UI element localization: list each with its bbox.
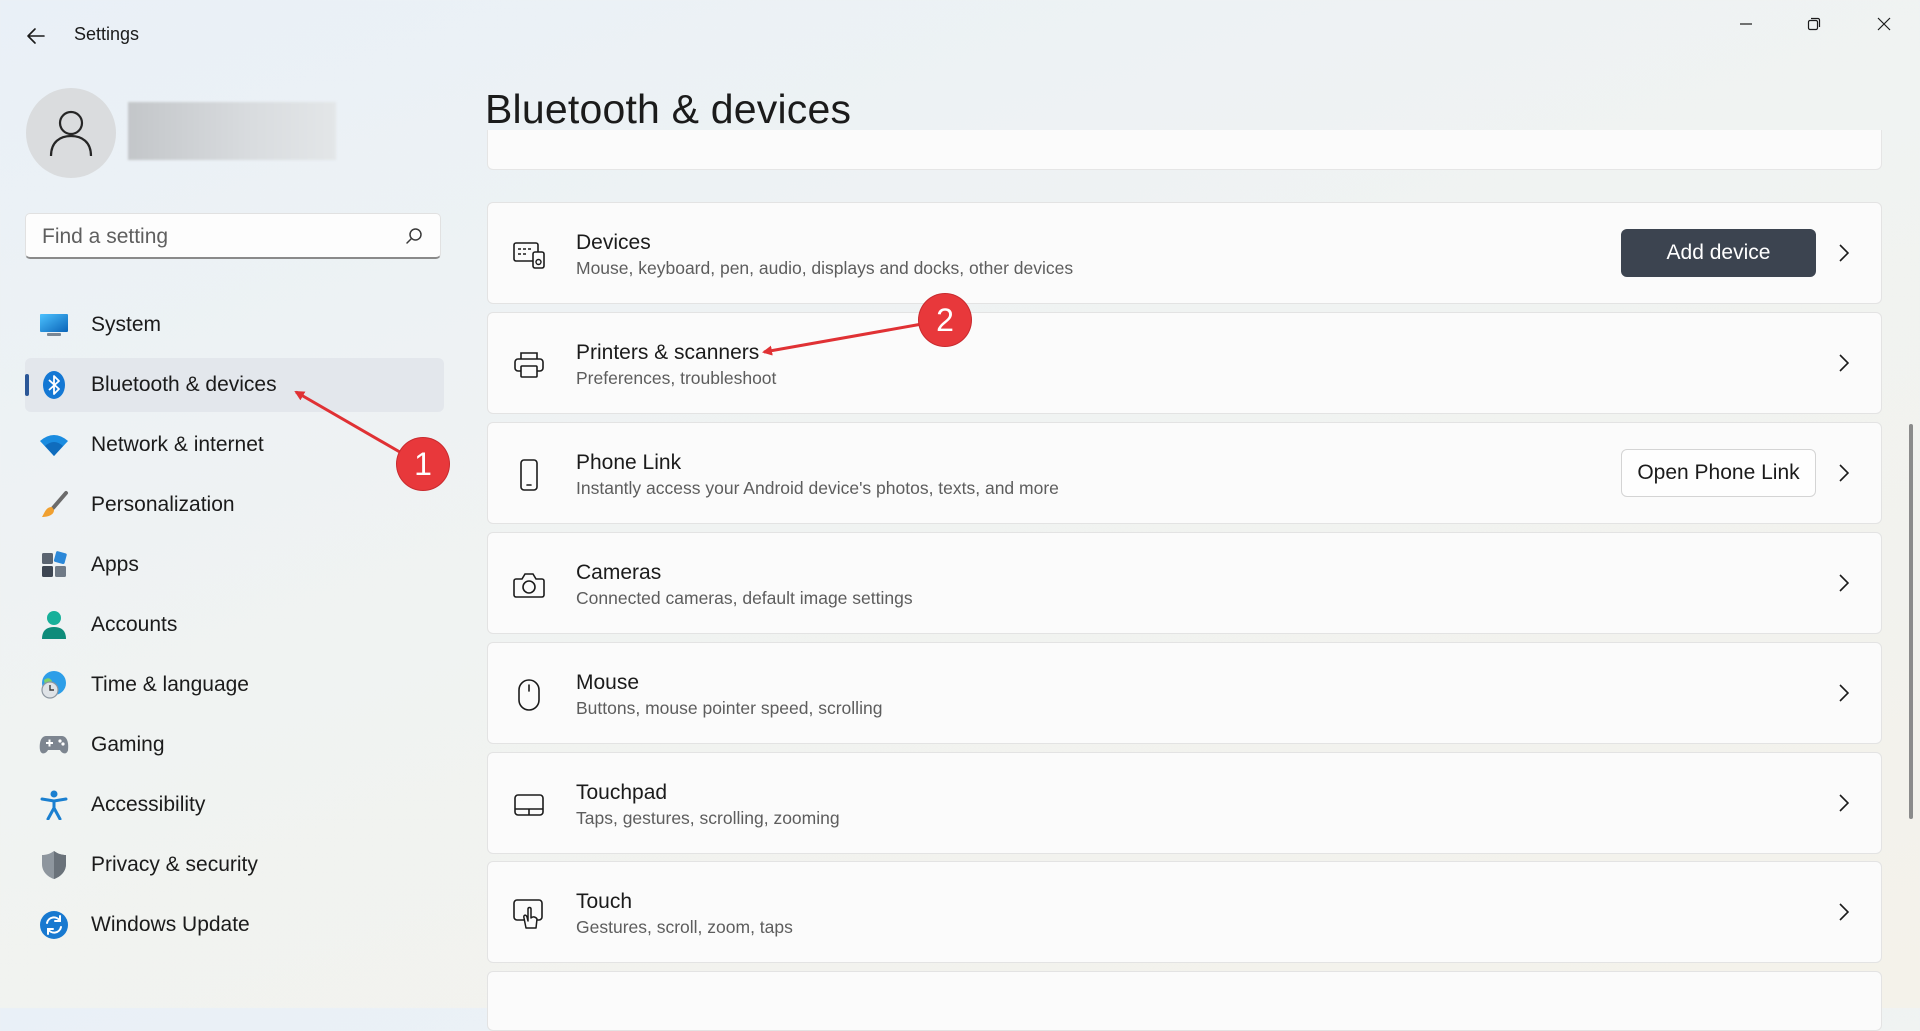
sidebar-item-system[interactable]: System	[25, 298, 444, 352]
card-title: Mouse	[576, 671, 640, 694]
sidebar-item-privacy-security[interactable]: Privacy & security	[25, 838, 444, 892]
card-partial-next[interactable]	[487, 971, 1882, 1031]
accounts-icon	[39, 610, 69, 640]
card-printers-scanners[interactable]: Printers & scanners Preferences, trouble…	[487, 312, 1882, 414]
card-touch[interactable]: Touch Gestures, scroll, zoom, taps	[487, 861, 1882, 963]
chevron-right-icon	[1833, 460, 1855, 486]
card-description: Buttons, mouse pointer speed, scrolling	[576, 698, 883, 718]
sidebar-item-apps[interactable]: Apps	[25, 538, 444, 592]
sidebar-item-label: Privacy & security	[91, 853, 258, 876]
card-mouse[interactable]: Mouse Buttons, mouse pointer speed, scro…	[487, 642, 1882, 744]
maximize-button[interactable]	[1780, 0, 1848, 48]
sidebar-item-time-language[interactable]: Time & language	[25, 658, 444, 712]
sidebar-item-label: Network & internet	[91, 433, 264, 456]
camera-icon	[512, 568, 546, 602]
sidebar-item-label: Personalization	[91, 493, 235, 516]
close-icon	[1877, 17, 1891, 31]
search-icon[interactable]	[404, 226, 424, 246]
card-devices[interactable]: Devices Mouse, keyboard, pen, audio, dis…	[487, 202, 1882, 304]
back-arrow-icon	[27, 28, 45, 44]
user-icon	[49, 110, 93, 157]
touchpad-icon	[512, 788, 546, 822]
close-button[interactable]	[1850, 0, 1918, 48]
sidebar-item-label: Gaming	[91, 733, 165, 756]
chevron-right-icon	[1833, 570, 1855, 596]
sidebar-item-label: Accessibility	[91, 793, 206, 816]
sidebar-item-label: Accounts	[91, 613, 178, 636]
accessibility-icon	[39, 790, 69, 820]
card-cameras[interactable]: Cameras Connected cameras, default image…	[487, 532, 1882, 634]
search-input[interactable]	[40, 214, 394, 260]
sidebar-nav: System Bluetooth & devices Network & int…	[25, 298, 444, 958]
card-description: Taps, gestures, scrolling, zooming	[576, 808, 840, 828]
printer-icon	[512, 348, 546, 382]
sidebar-item-label: Apps	[91, 553, 139, 576]
minimize-icon	[1740, 23, 1752, 25]
system-icon	[39, 310, 69, 340]
chevron-right-icon	[1833, 899, 1855, 925]
card-description: Connected cameras, default image setting…	[576, 588, 913, 608]
wifi-icon	[39, 430, 69, 460]
card-description: Gestures, scroll, zoom, taps	[576, 917, 793, 937]
chevron-right-icon	[1833, 790, 1855, 816]
sidebar-item-network[interactable]: Network & internet	[25, 418, 444, 472]
maximize-icon	[1807, 17, 1821, 31]
globe-clock-icon	[39, 670, 69, 700]
title-bar: Settings	[0, 0, 1920, 72]
avatar[interactable]	[26, 88, 116, 178]
search-box[interactable]	[25, 213, 441, 260]
minimize-button[interactable]	[1712, 0, 1780, 48]
sidebar-item-gaming[interactable]: Gaming	[25, 718, 444, 772]
scrollbar-thumb[interactable]	[1909, 424, 1913, 819]
add-device-button[interactable]: Add device	[1621, 229, 1816, 277]
card-description: Instantly access your Android device's p…	[576, 478, 1059, 498]
chevron-right-icon	[1833, 240, 1855, 266]
app-title: Settings	[74, 24, 140, 44]
bluetooth-icon	[39, 370, 69, 400]
touch-icon	[512, 897, 546, 931]
card-title: Cameras	[576, 561, 662, 584]
phone-icon	[512, 458, 546, 492]
sidebar-item-label: System	[91, 313, 162, 336]
sidebar-item-windows-update[interactable]: Windows Update	[25, 898, 444, 952]
card-phone-link[interactable]: Phone Link Instantly access your Android…	[487, 422, 1882, 524]
partial-card	[487, 130, 1882, 170]
sidebar-item-bluetooth-devices[interactable]: Bluetooth & devices	[25, 358, 444, 412]
sidebar-item-accounts[interactable]: Accounts	[25, 598, 444, 652]
card-title: Touchpad	[576, 781, 668, 804]
shield-icon	[39, 850, 69, 880]
card-title: Devices	[576, 231, 651, 254]
gamepad-icon	[39, 730, 69, 760]
user-name-redacted	[128, 102, 336, 160]
card-title: Phone Link	[576, 451, 682, 474]
back-button[interactable]	[18, 18, 54, 54]
sidebar-item-accessibility[interactable]: Accessibility	[25, 778, 444, 832]
page-title: Bluetooth & devices	[485, 86, 852, 132]
card-description: Preferences, troubleshoot	[576, 368, 777, 388]
card-title: Touch	[576, 890, 633, 913]
apps-icon	[39, 550, 69, 580]
annotation-badge-2: 2	[919, 294, 971, 346]
open-phone-link-button[interactable]: Open Phone Link	[1621, 449, 1816, 497]
chevron-right-icon	[1833, 350, 1855, 376]
chevron-right-icon	[1833, 680, 1855, 706]
card-title: Printers & scanners	[576, 341, 760, 364]
devices-icon	[512, 238, 546, 272]
update-icon	[39, 910, 69, 940]
annotation-badge-1: 1	[397, 438, 449, 490]
sidebar-item-label: Windows Update	[91, 913, 250, 936]
mouse-icon	[512, 678, 546, 712]
sidebar-item-personalization[interactable]: Personalization	[25, 478, 444, 532]
card-description: Mouse, keyboard, pen, audio, displays an…	[576, 258, 1074, 278]
brush-icon	[39, 490, 69, 520]
sidebar-item-label: Time & language	[91, 673, 249, 696]
card-touchpad[interactable]: Touchpad Taps, gestures, scrolling, zoom…	[487, 752, 1882, 854]
sidebar-item-label: Bluetooth & devices	[91, 373, 277, 396]
